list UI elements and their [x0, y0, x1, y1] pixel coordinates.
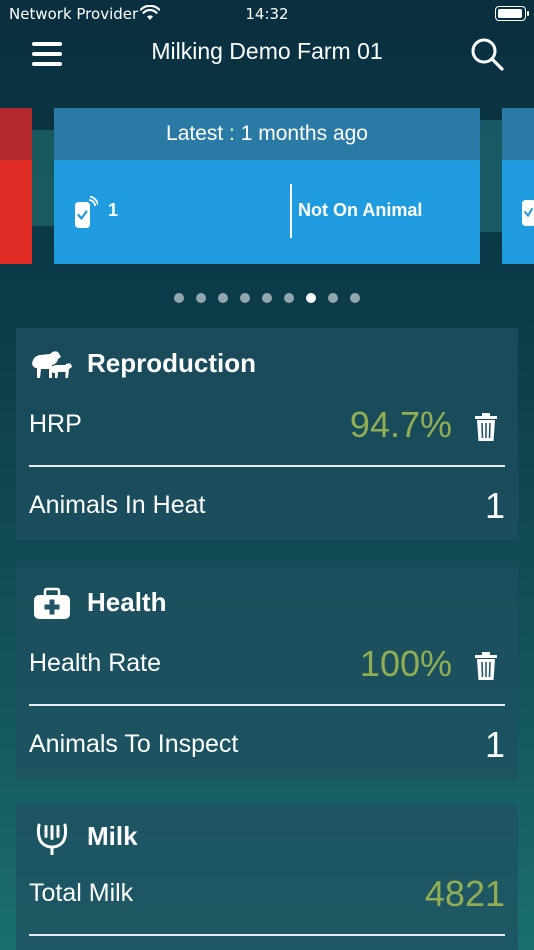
next-card-peek-header[interactable] [502, 108, 534, 160]
milk-section[interactable]: Milk Total Milk 4821 [16, 805, 518, 950]
health-section[interactable]: Health Health Rate 100% Animals To Inspe… [16, 567, 518, 779]
page-dot[interactable] [218, 293, 228, 303]
page-dot[interactable] [350, 293, 360, 303]
next-card-shadow [480, 120, 502, 232]
section-title: Health [87, 587, 167, 617]
card-header: Latest : 1 months ago [54, 108, 480, 160]
sensor-tag-icon [522, 200, 534, 226]
page-dot[interactable] [240, 293, 250, 303]
page-dot[interactable] [284, 293, 294, 303]
total-milk-value: 4821 [424, 873, 505, 914]
section-title: Milk [87, 821, 138, 851]
battery-icon [495, 6, 529, 21]
page-dot-active[interactable] [306, 293, 316, 303]
sensor-status-label: Not On Animal [298, 200, 423, 220]
medical-kit-icon [34, 587, 70, 619]
summary-carousel[interactable]: Latest : 1 months ago 1 Not On Animal [0, 108, 534, 268]
hrp-value: 94.7% [349, 404, 452, 445]
trash-icon[interactable] [475, 413, 497, 441]
row-divider [29, 934, 505, 936]
prev-card-peek-header[interactable] [0, 108, 32, 160]
card-divider [290, 184, 292, 238]
sensor-count: 1 [108, 200, 119, 220]
section-title: Reproduction [87, 348, 256, 378]
page-dot[interactable] [196, 293, 206, 303]
page-dot[interactable] [174, 293, 184, 303]
health-rate-label: Health Rate [29, 649, 162, 677]
row-divider [29, 704, 505, 706]
animals-to-inspect-value[interactable]: 1 [485, 724, 505, 766]
reproduction-section[interactable]: Reproduction HRP 94.7% Animals In Heat 1 [16, 328, 518, 540]
trash-icon[interactable] [475, 652, 497, 680]
page-dot[interactable] [262, 293, 272, 303]
animals-in-heat-label[interactable]: Animals In Heat [29, 491, 205, 520]
prev-card-peek-body[interactable] [0, 160, 32, 264]
sensor-tag-icon [75, 196, 98, 228]
status-bar: Network Provider 14:32 [0, 0, 534, 28]
page-dot[interactable] [328, 293, 338, 303]
clock-time: 14:32 [245, 5, 289, 23]
cow-calf-icon [32, 351, 72, 378]
animals-in-heat-value[interactable]: 1 [485, 485, 505, 527]
hrp-label: HRP [29, 410, 82, 438]
animals-to-inspect-label[interactable]: Animals To Inspect [29, 730, 238, 759]
page-title: Milking Demo Farm 01 [151, 38, 383, 64]
row-divider [29, 465, 505, 467]
card-body: 1 Not On Animal [54, 160, 480, 264]
health-rate-value: 100% [359, 643, 452, 684]
prev-card-shadow [32, 130, 54, 226]
search-icon[interactable] [470, 37, 504, 71]
milk-teat-icon [36, 823, 68, 855]
sensor-status-card[interactable]: Latest : 1 months ago 1 Not On Animal [54, 108, 480, 264]
total-milk-label: Total Milk [29, 879, 134, 907]
carousel-pagination[interactable] [0, 293, 534, 305]
